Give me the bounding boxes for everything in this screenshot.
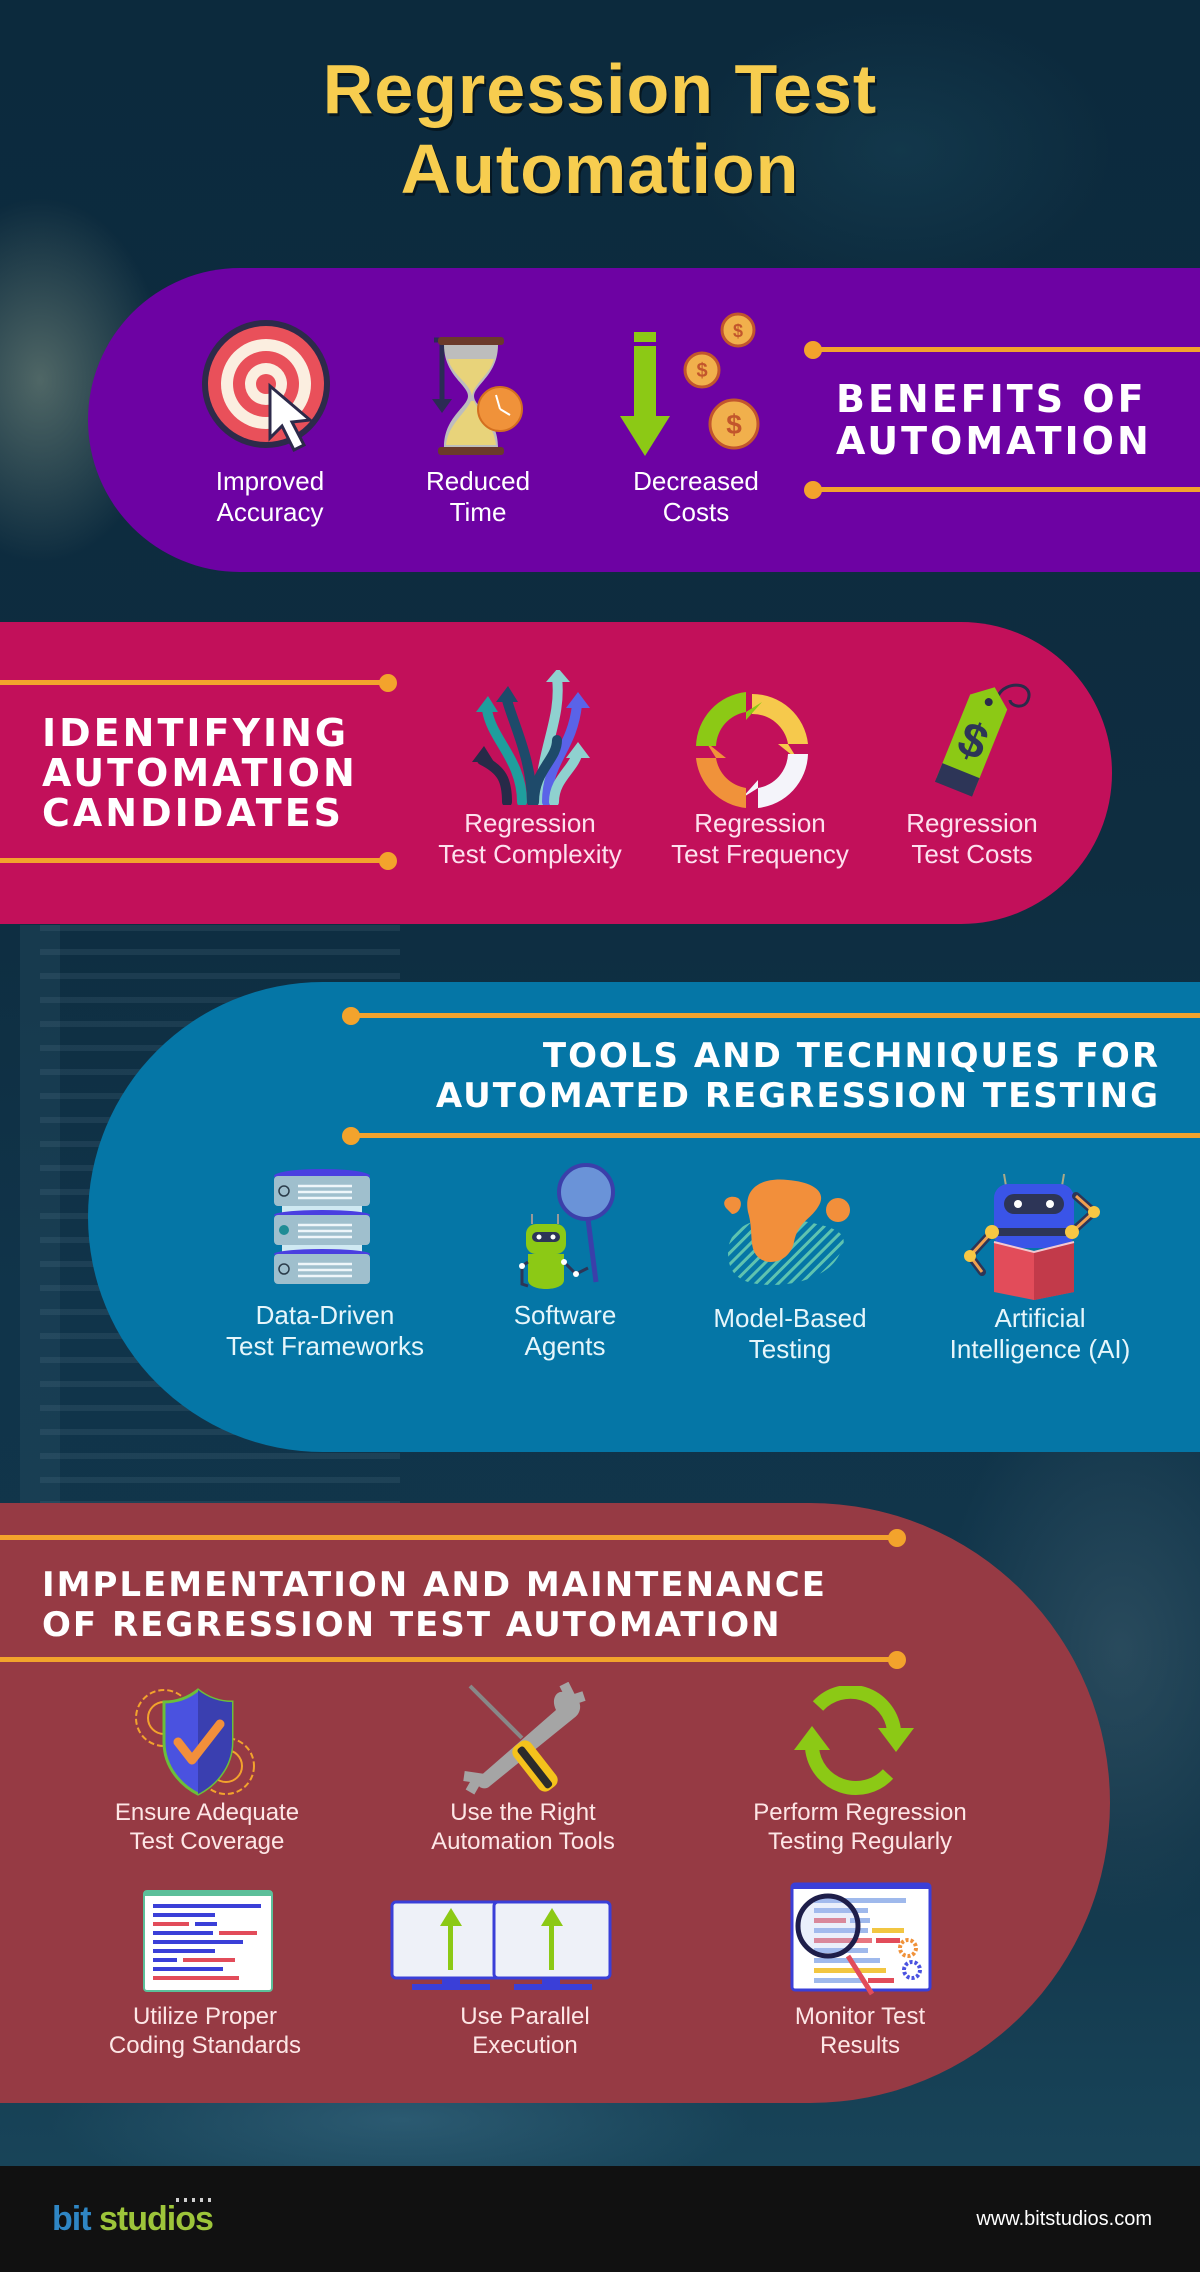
benefit-item-decreased-costs: Decreased Costs bbox=[596, 466, 796, 528]
implementation-heading-line2: OF REGRESSION TEST AUTOMATION bbox=[42, 1605, 782, 1645]
cycle-arrows-icon bbox=[696, 692, 808, 808]
implementation-item-regularly: Perform Regression Testing Regularly bbox=[720, 1798, 1000, 1856]
implementation-label-line1: Use Parallel bbox=[460, 2003, 590, 2030]
candidate-label-line2: Test Costs bbox=[911, 839, 1033, 869]
benefit-item-improved-accuracy: Improved Accuracy bbox=[170, 466, 370, 528]
implementation-label-line2: Automation Tools bbox=[431, 1828, 615, 1855]
candidate-label-line1: Regression bbox=[694, 808, 826, 838]
candidates-heading-line3: CANDIDATES bbox=[42, 791, 345, 835]
benefits-heading-line1: BENEFITS OF bbox=[836, 377, 1147, 421]
svg-text:$: $ bbox=[733, 321, 743, 341]
implementation-heading-line1: IMPLEMENTATION AND MAINTENANCE bbox=[42, 1565, 827, 1605]
implementation-item-monitor-results: Monitor Test Results bbox=[735, 2002, 985, 2060]
accent-dot bbox=[379, 674, 397, 692]
candidate-label-line2: Test Complexity bbox=[438, 839, 622, 869]
tool-label-line1: Model-Based bbox=[713, 1303, 867, 1333]
candidates-heading: IDENTIFYING AUTOMATION CANDIDATES bbox=[42, 713, 358, 833]
accent-rule bbox=[350, 1133, 1200, 1138]
benefit-item-reduced-time: Reduced Time bbox=[378, 466, 578, 528]
brand-logo-bit: bit bbox=[52, 2200, 92, 2238]
implementation-label-line2: Test Coverage bbox=[129, 1828, 285, 1855]
svg-text:$: $ bbox=[696, 360, 707, 382]
tool-label-line2: Intelligence (AI) bbox=[949, 1334, 1131, 1364]
benefit-label-line1: Reduced bbox=[425, 466, 531, 496]
report-magnifier-icon bbox=[790, 1882, 932, 1996]
tool-item-ai: Artificial Intelligence (AI) bbox=[920, 1303, 1160, 1365]
accent-dot bbox=[379, 852, 397, 870]
page-title-line1: Regression Test bbox=[322, 50, 878, 128]
dual-monitors-icon bbox=[390, 1900, 612, 1990]
implementation-label-line2: Testing Regularly bbox=[767, 1828, 953, 1855]
price-tag-icon: $ bbox=[934, 683, 1031, 797]
candidate-item-complexity: Regression Test Complexity bbox=[420, 808, 640, 870]
implementation-label-line1: Use the Right bbox=[450, 1799, 596, 1826]
target-cursor-icon bbox=[202, 320, 330, 453]
candidate-label-line1: Regression bbox=[906, 808, 1038, 838]
benefit-label-line2: Time bbox=[449, 497, 507, 527]
page-title-line2: Automation bbox=[400, 130, 800, 208]
code-window-icon bbox=[143, 1890, 273, 1992]
candidate-label-line2: Test Frequency bbox=[671, 839, 849, 869]
tool-item-software-agents: Software Agents bbox=[465, 1300, 665, 1362]
tools-heading: TOOLS AND TECHNIQUES FOR AUTOMATED REGRE… bbox=[340, 1036, 1160, 1116]
implementation-label-line2: Execution bbox=[472, 2032, 578, 2059]
benefits-heading: BENEFITS OF AUTOMATION bbox=[836, 378, 1152, 462]
implementation-item-coding-standards: Utilize Proper Coding Standards bbox=[80, 2002, 330, 2060]
candidates-heading-line1: IDENTIFYING bbox=[42, 711, 350, 755]
tool-label-line2: Testing bbox=[748, 1334, 832, 1364]
robot-magnifier-icon bbox=[519, 1163, 615, 1289]
hourglass-clock-icon bbox=[432, 337, 523, 455]
accent-rule bbox=[0, 1535, 896, 1540]
implementation-label-line1: Utilize Proper bbox=[132, 2003, 278, 2030]
implementation-item-parallel-execution: Use Parallel Execution bbox=[400, 2002, 650, 2060]
implementation-heading: IMPLEMENTATION AND MAINTENANCE OF REGRES… bbox=[42, 1565, 827, 1645]
implementation-label-line1: Perform Regression bbox=[753, 1799, 967, 1826]
tool-item-model-based: Model-Based Testing bbox=[690, 1303, 890, 1365]
benefit-label-line1: Decreased bbox=[633, 466, 759, 496]
implementation-label-line1: Monitor Test bbox=[794, 2003, 926, 2030]
blob-model-icon bbox=[724, 1179, 850, 1285]
branching-arrows-icon bbox=[472, 670, 590, 805]
brand-logo-dots bbox=[176, 2198, 216, 2202]
candidate-item-frequency: Regression Test Frequency bbox=[650, 808, 870, 870]
benefit-label-line2: Accuracy bbox=[216, 497, 324, 527]
benefits-heading-line2: AUTOMATION bbox=[836, 419, 1152, 463]
implementation-item-right-tools: Use the Right Automation Tools bbox=[398, 1798, 648, 1856]
refresh-arrows-icon bbox=[794, 1686, 914, 1795]
implementation-label-line2: Coding Standards bbox=[108, 2032, 302, 2059]
accent-dot bbox=[888, 1529, 906, 1547]
tool-label-line1: Artificial bbox=[994, 1303, 1086, 1333]
robot-book-icon bbox=[964, 1173, 1100, 1300]
svg-text:$: $ bbox=[726, 409, 742, 440]
down-arrow-coins-icon: $ $ $ bbox=[620, 312, 760, 456]
candidate-label-line1: Regression bbox=[464, 808, 596, 838]
tool-label-line1: Software bbox=[513, 1300, 617, 1330]
accent-rule bbox=[0, 680, 384, 685]
accent-dot bbox=[888, 1651, 906, 1669]
benefit-label-line1: Improved bbox=[215, 466, 325, 496]
wrench-screwdriver-icon bbox=[463, 1682, 586, 1795]
implementation-label-line1: Ensure Adequate bbox=[114, 1799, 300, 1826]
accent-rule bbox=[812, 347, 1200, 352]
implementation-label-line2: Results bbox=[819, 2032, 901, 2059]
candidates-heading-line2: AUTOMATION bbox=[42, 751, 358, 795]
accent-rule bbox=[0, 858, 384, 863]
tools-heading-line2: AUTOMATED REGRESSION TESTING bbox=[435, 1076, 1160, 1116]
database-stack-icon bbox=[274, 1169, 370, 1284]
candidate-item-costs: Regression Test Costs bbox=[862, 808, 1082, 870]
tool-label-line1: Data-Driven bbox=[255, 1300, 395, 1330]
accent-rule bbox=[812, 487, 1200, 492]
tool-item-data-driven: Data-Driven Test Frameworks bbox=[200, 1300, 450, 1362]
implementation-item-test-coverage: Ensure Adequate Test Coverage bbox=[82, 1798, 332, 1856]
accent-rule bbox=[350, 1013, 1200, 1018]
accent-rule bbox=[0, 1657, 896, 1662]
brand-logo-studios: studios bbox=[99, 2200, 214, 2238]
brand-logo: bit studios bbox=[52, 2200, 214, 2239]
benefit-label-line2: Costs bbox=[662, 497, 730, 527]
tool-label-line2: Test Frameworks bbox=[226, 1331, 424, 1361]
shield-check-gears-icon bbox=[135, 1688, 255, 1796]
website-link[interactable]: www.bitstudios.com bbox=[976, 2208, 1152, 2231]
tools-heading-line1: TOOLS AND TECHNIQUES FOR bbox=[542, 1036, 1160, 1076]
tool-label-line2: Agents bbox=[524, 1331, 606, 1361]
